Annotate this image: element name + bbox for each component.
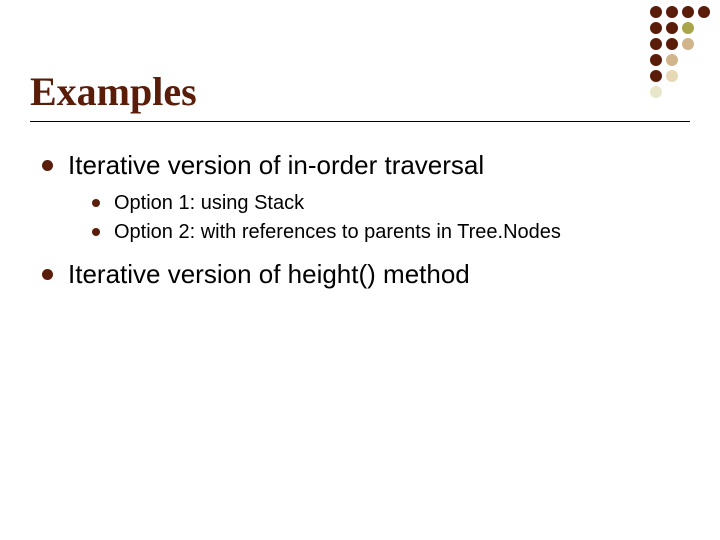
dot-icon: [650, 70, 662, 82]
sub-bullet-list: Option 1: using Stack Option 2: with ref…: [68, 191, 690, 245]
list-item: Option 1: using Stack: [92, 191, 690, 216]
dot-icon: [650, 86, 662, 98]
list-item: Option 2: with references to parents in …: [92, 220, 690, 245]
dot-icon: [682, 22, 694, 34]
dot-icon: [682, 6, 694, 18]
dot-icon: [682, 38, 694, 50]
dot-icon: [650, 6, 662, 18]
bullet-list: Iterative version of in-order traversal …: [30, 150, 690, 290]
list-item-text: Option 2: with references to parents in …: [114, 221, 561, 243]
dot-icon: [698, 6, 710, 18]
dot-icon: [698, 54, 710, 66]
dot-icon: [698, 86, 710, 98]
slide-title: Examples: [30, 68, 690, 115]
list-item: Iterative version of in-order traversal …: [42, 150, 690, 245]
dot-icon: [666, 54, 678, 66]
dot-icon: [666, 6, 678, 18]
corner-decoration: [650, 6, 712, 100]
dot-icon: [666, 70, 678, 82]
dot-icon: [650, 38, 662, 50]
list-item-text: Option 1: using Stack: [114, 192, 304, 214]
dot-icon: [682, 86, 694, 98]
list-item-text: Iterative version of height() method: [68, 259, 470, 289]
list-item: Iterative version of height() method: [42, 259, 690, 290]
dot-icon: [682, 54, 694, 66]
dot-icon: [650, 22, 662, 34]
dot-icon: [698, 38, 710, 50]
dot-icon: [682, 70, 694, 82]
list-item-text: Iterative version of in-order traversal: [68, 150, 484, 180]
dot-icon: [650, 54, 662, 66]
dot-icon: [698, 70, 710, 82]
dot-icon: [666, 22, 678, 34]
dot-icon: [666, 38, 678, 50]
dot-icon: [666, 86, 678, 98]
title-underline: [30, 121, 690, 122]
slide: Examples Iterative version of in-order t…: [0, 0, 720, 540]
dot-icon: [698, 22, 710, 34]
